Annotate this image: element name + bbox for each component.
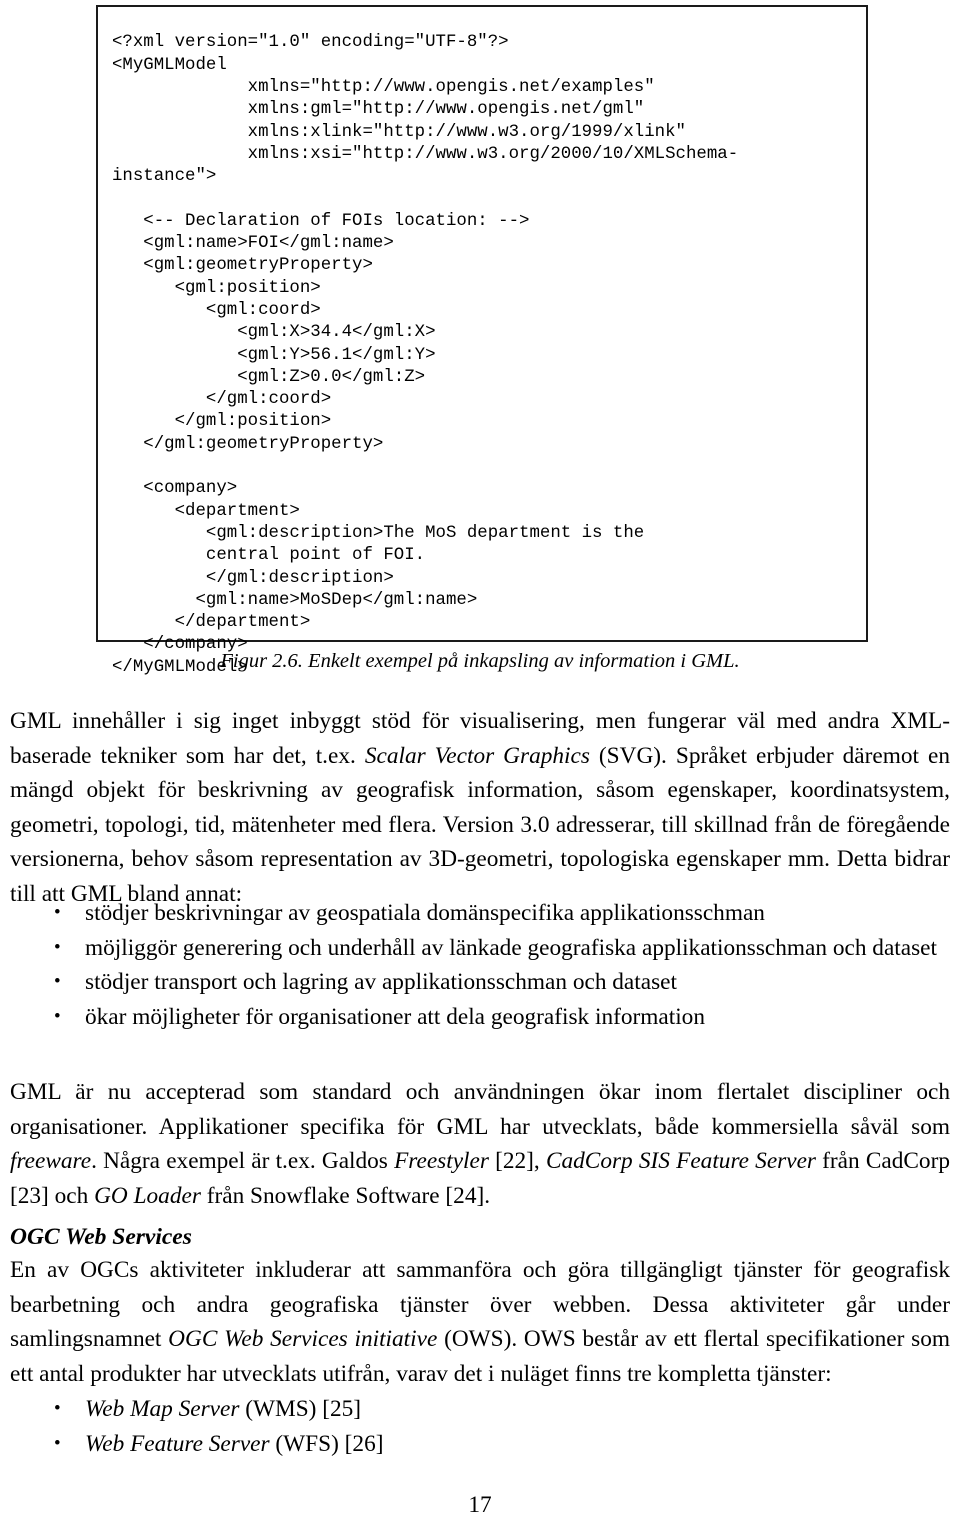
list-item: • stödjer transport och lagring av applik… bbox=[10, 965, 950, 1000]
gml-accept-seg5: från Snowflake Software [24]. bbox=[200, 1182, 491, 1209]
list-item-title: Web Map Server bbox=[85, 1396, 240, 1422]
figure-code-box: <?xml version="1.0" encoding="UTF-8"?> <… bbox=[96, 5, 868, 677]
list-item-label: ökar möjligheter för organisationer att … bbox=[85, 1003, 705, 1030]
bullet-icon: • bbox=[54, 1398, 61, 1419]
paragraph-gml-acceptance-block: GML är nu accepterad som standard och an… bbox=[10, 1075, 950, 1213]
xml-code-listing: <?xml version="1.0" encoding="UTF-8"?> <… bbox=[112, 33, 739, 677]
bullet-list-gml: • stödjer beskrivningar av geospatiala do… bbox=[10, 896, 950, 1034]
gml-accept-italic-freeware: freeware bbox=[10, 1148, 92, 1174]
list-item-label: (WMS) [25] bbox=[239, 1396, 362, 1422]
paragraph-ows-block: En av OGCs aktiviteter inkluderar att sa… bbox=[10, 1253, 950, 1391]
bullet-list-ows-block: • Web Map Server (WMS) [25] • Web Feature … bbox=[10, 1392, 950, 1461]
bullet-icon: • bbox=[54, 902, 61, 923]
list-item: • möjliggör generering och underhåll av l… bbox=[10, 931, 950, 966]
gml-accept-seg2: . Några exempel är t.ex. Galdos bbox=[91, 1148, 395, 1174]
list-item-label: stödjer transport och lagring av applika… bbox=[85, 969, 677, 995]
gml-accept-italic-freestyler: Freestyler bbox=[394, 1148, 489, 1174]
list-item: • Web Map Server (WMS) [25] bbox=[10, 1392, 950, 1427]
figure-caption: Figur 2.6. Enkelt exempel på inkapsling … bbox=[220, 650, 740, 672]
bullet-icon: • bbox=[54, 1005, 61, 1027]
gml-accept-italic-goloader: GO Loader bbox=[94, 1182, 201, 1209]
bullet-list-ows: • Web Map Server (WMS) [25] • Web Feature … bbox=[10, 1392, 950, 1461]
bullet-icon: • bbox=[54, 936, 61, 958]
list-item-label: stödjer beskrivningar av geospatiala dom… bbox=[85, 900, 765, 926]
paragraph-gml-intro-block: GML innehåller i sig inget inbyggt stöd … bbox=[10, 704, 950, 911]
list-item: • Web Feature Server (WFS) [26] bbox=[10, 1427, 950, 1462]
section-heading-ogc-web-services: OGC Web Services bbox=[10, 1224, 192, 1250]
list-item: • ökar möjligheter för organisationer att… bbox=[10, 1000, 950, 1035]
gml-accept-seg1: GML är nu accepterad som standard och an… bbox=[10, 1079, 950, 1140]
paragraph-gml-acceptance: GML är nu accepterad som standard och an… bbox=[10, 1075, 950, 1213]
bullet-list-gml-block: • stödjer beskrivningar av geospatiala do… bbox=[10, 896, 950, 1034]
list-item-title: Web Feature Server bbox=[85, 1430, 270, 1457]
list-item-label: (WFS) [26] bbox=[269, 1430, 384, 1457]
gml-accept-italic-cadcorp: CadCorp SIS Feature Server bbox=[545, 1148, 816, 1174]
list-item-label: möjliggör generering och underhåll av lä… bbox=[85, 934, 937, 961]
page-number: 17 bbox=[468, 1492, 492, 1518]
bullet-icon: • bbox=[54, 1432, 61, 1454]
bullet-icon: • bbox=[54, 971, 61, 992]
list-item: • stödjer beskrivningar av geospatiala do… bbox=[10, 896, 950, 931]
gml-accept-seg3: [22], bbox=[488, 1148, 546, 1174]
section-heading-block: OGC Web Services bbox=[10, 1222, 950, 1253]
paragraph-ows: En av OGCs aktiviteter inkluderar att sa… bbox=[10, 1253, 950, 1391]
gml-intro-italic-svg: Scalar Vector Graphics bbox=[364, 742, 590, 769]
paragraph-gml-intro: GML innehåller i sig inget inbyggt stöd … bbox=[10, 704, 950, 911]
ows-italic-initiative: OGC Web Services initiative bbox=[168, 1326, 438, 1352]
